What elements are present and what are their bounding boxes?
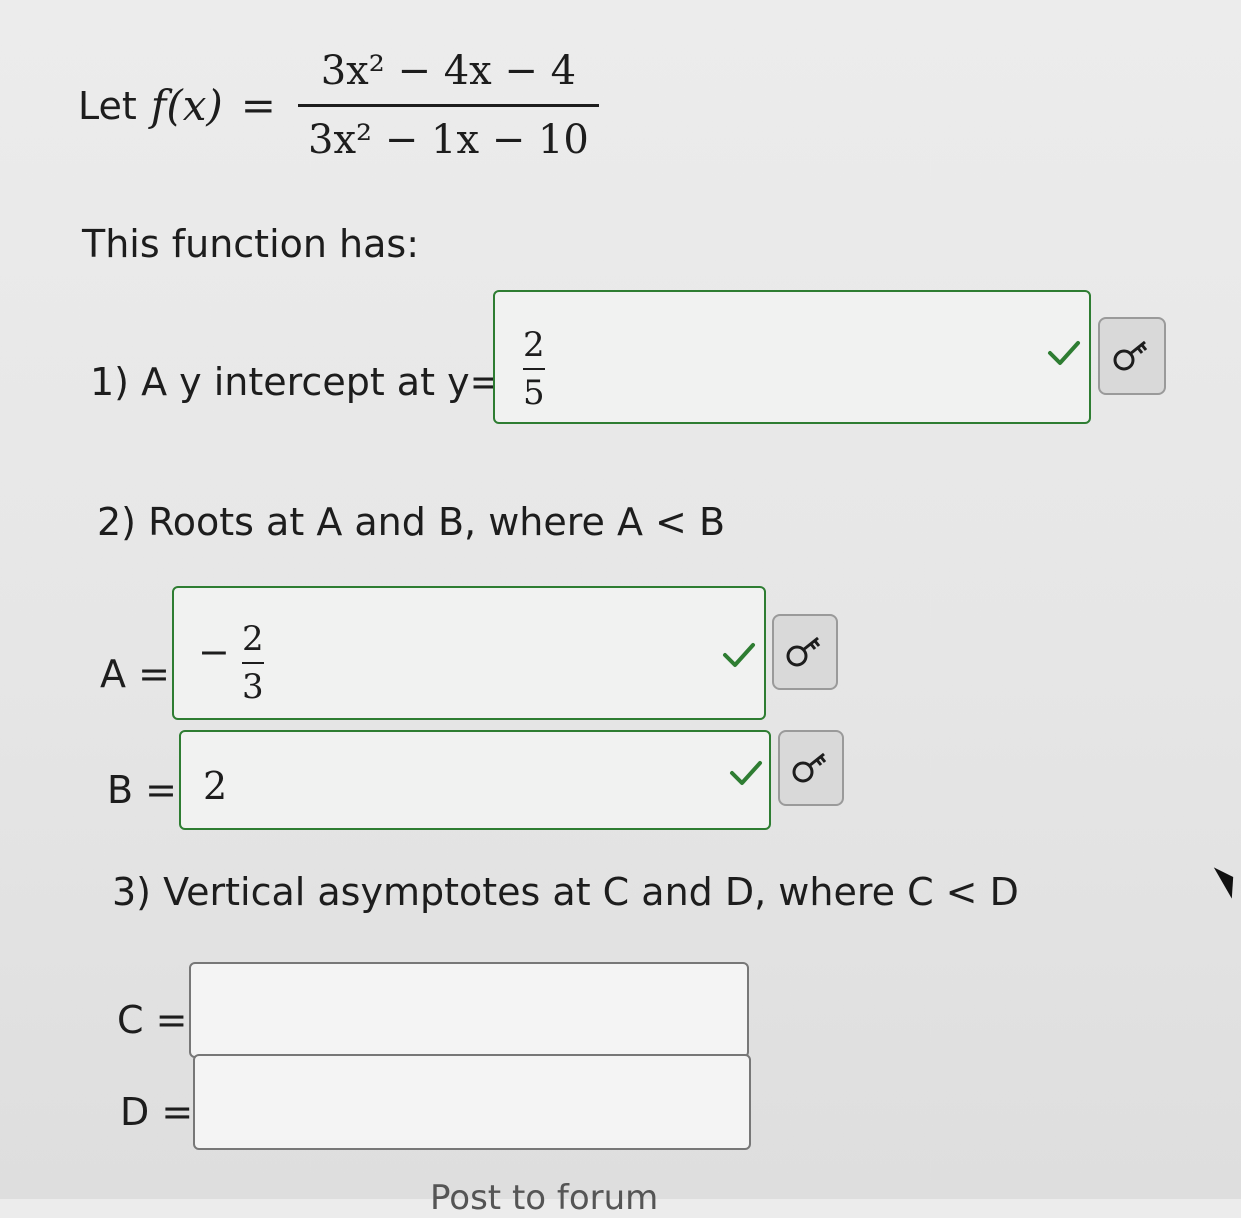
key-icon <box>1113 340 1148 371</box>
root-a-numerator: 2 <box>242 619 264 659</box>
fraction-bar <box>523 368 545 370</box>
intro-text: This function has: <box>82 222 420 266</box>
q3-label: 3) Vertical asymptotes at C and D, where… <box>112 870 1019 914</box>
mouse-cursor-icon <box>1213 861 1241 899</box>
fraction-bar <box>242 662 264 664</box>
asymptote-c-input[interactable] <box>189 962 749 1058</box>
key-button-b[interactable] <box>778 730 844 806</box>
checkmark-icon <box>723 643 755 667</box>
y-intercept-denominator: 5 <box>523 373 545 413</box>
y-intercept-numerator: 2 <box>523 325 545 365</box>
key-button-a[interactable] <box>772 614 838 690</box>
function-name: f(x) <box>150 81 223 130</box>
c-label: C = <box>117 998 188 1042</box>
function-fraction: 3x² − 4x − 4 3x² − 1x − 10 <box>298 48 599 163</box>
root-a-denominator: 3 <box>242 667 264 707</box>
y-intercept-fraction: 2 5 <box>523 328 545 410</box>
root-a-answer-box[interactable]: − 2 3 <box>172 586 766 720</box>
let-word: Let <box>78 83 137 128</box>
root-b-value: 2 <box>203 764 228 808</box>
key-icon <box>786 636 821 667</box>
problem-statement: Let f(x) = 3x² − 4x − 4 3x² − 1x − 10 <box>78 48 599 163</box>
function-denominator: 3x² − 1x − 10 <box>308 117 589 163</box>
equals-sign: = <box>240 81 276 130</box>
checkmark-icon <box>1048 341 1080 365</box>
key-icon <box>792 752 827 783</box>
q1-label: 1) A y intercept at y= <box>90 360 502 404</box>
q2-label: 2) Roots at A and B, where A < B <box>97 500 726 544</box>
root-a-fraction: 2 3 <box>242 622 264 704</box>
function-numerator: 3x² − 4x − 4 <box>320 48 577 94</box>
root-b-answer-box[interactable]: 2 <box>179 730 771 830</box>
asymptote-d-input[interactable] <box>193 1054 751 1150</box>
b-label: B = <box>107 768 177 812</box>
checkmark-icon <box>730 761 762 785</box>
post-to-forum-link[interactable]: Post to forum <box>430 1178 658 1218</box>
a-label: A = <box>100 652 170 696</box>
root-a-sign: − <box>198 630 230 674</box>
key-button-q1[interactable] <box>1098 317 1166 395</box>
y-intercept-answer-box[interactable]: 2 5 <box>493 290 1091 424</box>
d-label: D = <box>120 1090 194 1134</box>
